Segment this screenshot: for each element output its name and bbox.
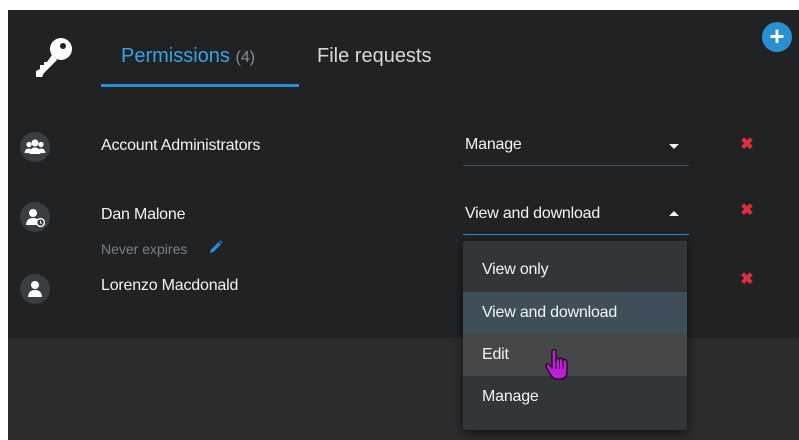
chevron-up-icon <box>669 211 679 216</box>
remove-permission-button[interactable]: ✖ <box>740 203 754 219</box>
role-option-edit[interactable]: Edit <box>463 334 687 376</box>
group-icon <box>20 132 50 162</box>
tab-file-requests[interactable]: File requests <box>317 44 432 68</box>
role-option-manage[interactable]: Manage <box>463 376 687 418</box>
add-permission-button[interactable]: + <box>762 22 792 52</box>
permissions-count: (4) <box>235 49 256 66</box>
role-option-label: View and download <box>482 304 618 321</box>
remove-permission-button[interactable]: ✖ <box>740 137 754 153</box>
tab-permissions-label: Permissions <box>121 45 230 67</box>
expiry-text: Never expires <box>101 241 188 257</box>
permission-name: Account Administrators <box>101 137 261 154</box>
permission-name: Lorenzo Macdonald <box>101 277 239 294</box>
user-clock-icon <box>20 202 50 232</box>
role-option-label: Edit <box>482 346 509 363</box>
role-dropdown-menu: View only View and download Edit Manage <box>463 241 687 430</box>
active-tab-indicator <box>101 84 299 87</box>
remove-permission-button[interactable]: ✖ <box>740 272 754 288</box>
role-select[interactable]: View and download <box>463 196 689 235</box>
user-icon <box>20 274 50 304</box>
chevron-down-icon <box>669 144 679 149</box>
role-select[interactable]: Manage <box>463 127 689 166</box>
role-select-value: Manage <box>465 136 522 153</box>
role-option-label: View only <box>482 261 549 278</box>
tab-permissions[interactable]: Permissions (4) <box>121 44 255 70</box>
key-icon <box>36 38 72 77</box>
hand-pointer-icon <box>545 348 568 380</box>
permission-name: Dan Malone <box>101 206 186 223</box>
role-option-view-only[interactable]: View only <box>463 249 687 291</box>
pencil-icon[interactable] <box>208 240 223 255</box>
role-option-view-and-download[interactable]: View and download <box>463 292 687 334</box>
role-option-label: Manage <box>482 388 539 405</box>
role-select-value: View and download <box>465 205 601 222</box>
